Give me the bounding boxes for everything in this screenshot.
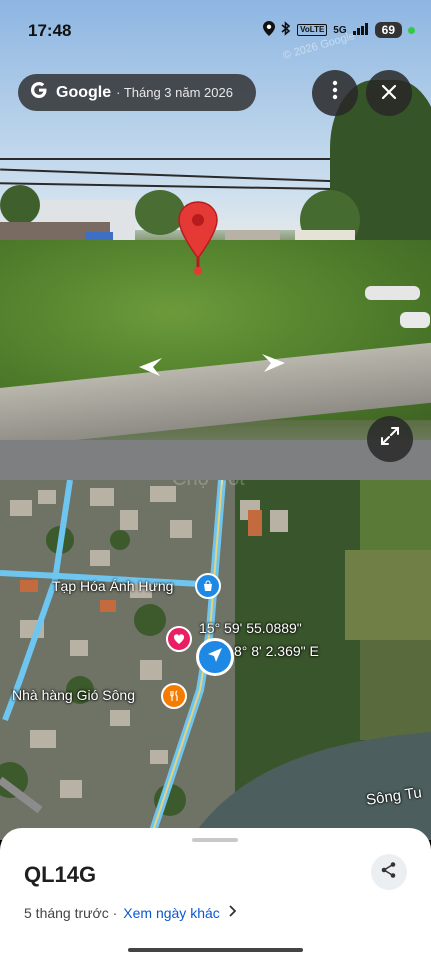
see-other-dates-link[interactable]: Xem ngày khác [123, 905, 220, 921]
imagery-meta: 5 tháng trước · Xem ngày khác [24, 904, 237, 921]
location-pin-icon [177, 200, 219, 276]
road [0, 440, 431, 480]
nav-arrow-left-icon[interactable] [136, 352, 164, 386]
location-icon [263, 21, 276, 39]
privacy-dot-icon [408, 26, 415, 34]
poi-label[interactable]: Tạp Hóa Ánh Hưng [52, 578, 173, 594]
share-button[interactable] [371, 854, 407, 890]
expand-icon [380, 426, 400, 452]
volte-badge: VoLTE [297, 24, 328, 36]
longitude-readout: 8° 8' 2.369" E [234, 643, 319, 659]
street-view-panorama[interactable]: © 2026 Google 17:48 VoLTE 5G 69 Google ·… [0, 0, 431, 480]
place-title: QL14G [24, 862, 97, 887]
latitude-readout: 15° 59' 55.0889" [199, 620, 302, 636]
close-button[interactable] [366, 70, 412, 116]
current-view-marker[interactable] [196, 638, 234, 676]
battery-indicator: 69 [374, 22, 402, 38]
signal-icon [352, 22, 369, 38]
restaurant-poi-icon[interactable] [161, 683, 187, 709]
heart-poi-icon[interactable] [166, 626, 192, 652]
place-bottom-sheet[interactable]: QL14G 5 tháng trước · Xem ngày khác [0, 828, 431, 960]
close-icon [381, 80, 397, 106]
more-options-button[interactable] [312, 70, 358, 116]
poi-label[interactable]: Nhà hàng Gió Sông [12, 687, 135, 703]
satellite-map[interactable]: Tạp Hóa Ánh Hưng 15° 59' 55.0889" 8° 8' … [0, 480, 431, 840]
drag-handle[interactable] [192, 838, 238, 842]
bluetooth-icon [281, 21, 291, 39]
network-type: 5G [333, 24, 347, 36]
navigation-arrow-icon [206, 646, 224, 669]
status-icons: VoLTE 5G 69 [263, 21, 415, 39]
status-bar: 17:48 VoLTE 5G 69 [0, 18, 431, 46]
chevron-right-icon[interactable] [228, 904, 237, 921]
time-ago: 5 tháng trước · [24, 904, 118, 921]
debris [400, 312, 430, 328]
expand-button[interactable] [367, 416, 413, 462]
share-icon [380, 861, 398, 884]
home-indicator[interactable] [128, 948, 303, 952]
tree [0, 185, 40, 225]
google-logo-icon [28, 81, 50, 104]
nav-arrow-right-icon[interactable] [260, 348, 288, 382]
shop-poi-icon[interactable] [195, 573, 221, 599]
status-time: 17:48 [28, 21, 72, 40]
watermark-overlay: Chợ Tốt [172, 480, 245, 491]
google-brand: Google [56, 83, 112, 101]
more-vert-icon [332, 80, 338, 106]
capture-date: · Tháng 3 năm 2026 [116, 85, 233, 100]
imagery-date-pill[interactable]: Google · Tháng 3 năm 2026 [18, 74, 256, 111]
debris [365, 286, 420, 300]
